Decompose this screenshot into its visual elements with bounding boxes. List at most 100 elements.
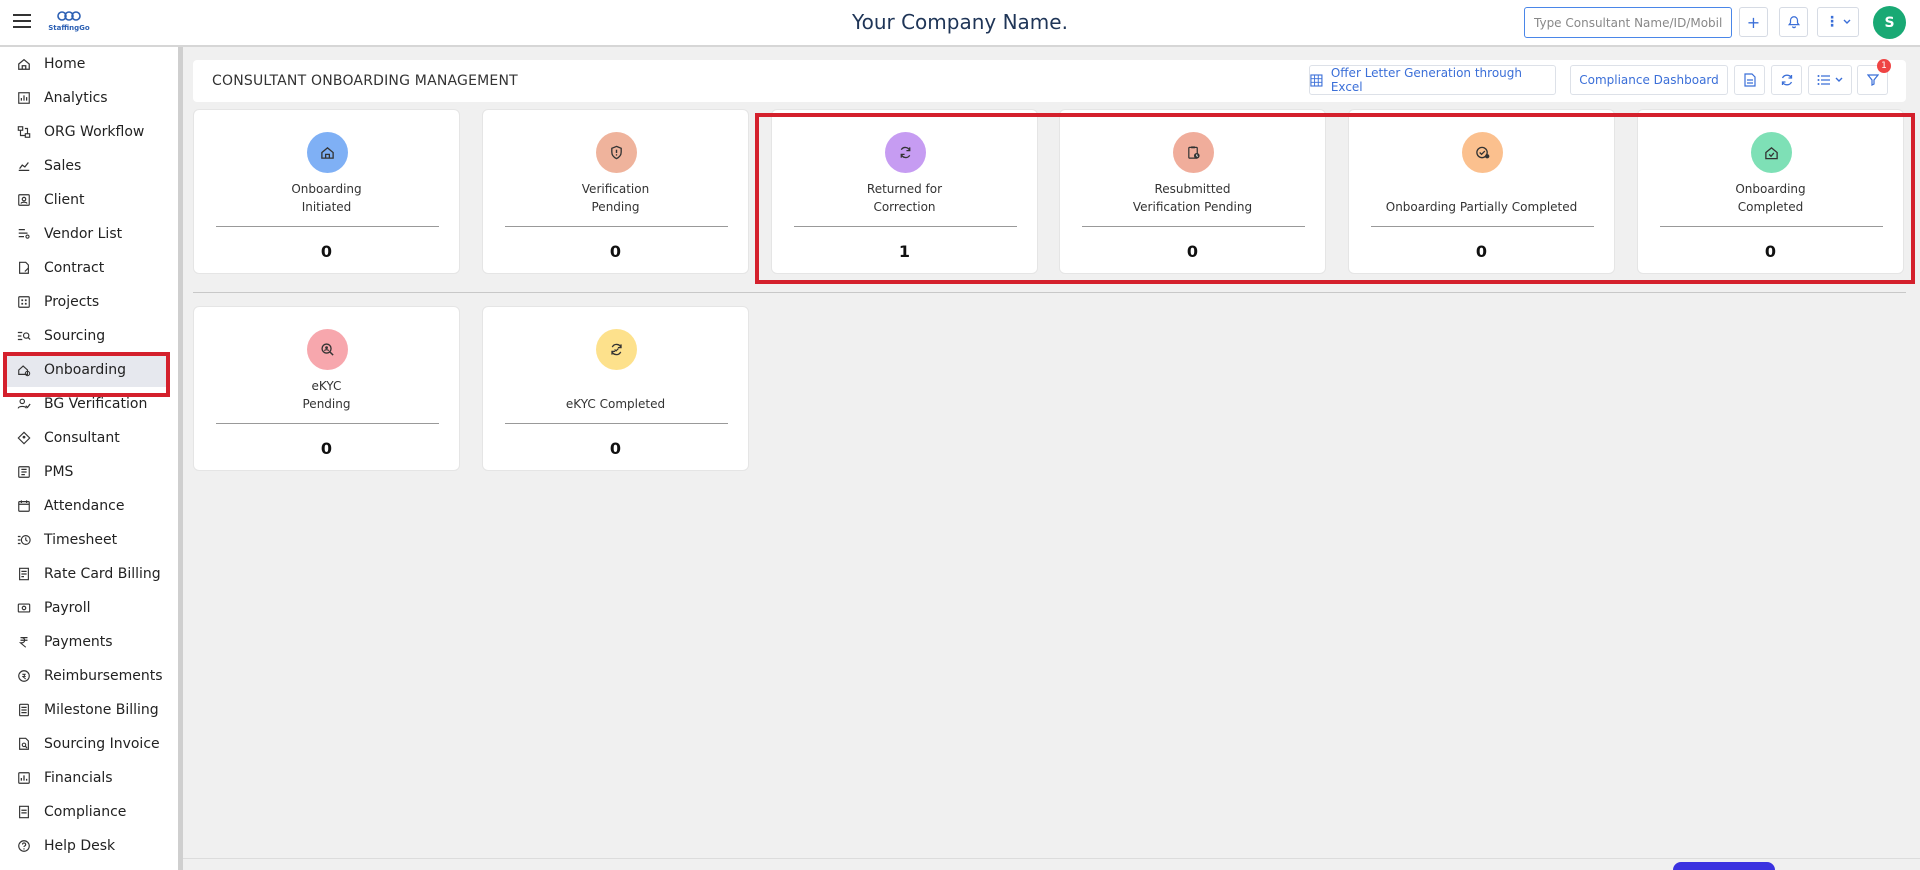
card-label-line2: Initiated: [301, 200, 352, 214]
sidebar-item-org-workflow[interactable]: ORG Workflow: [6, 115, 170, 149]
help-icon: [16, 838, 32, 854]
refresh-button[interactable]: [1771, 65, 1802, 95]
sidebar-item-label: Contract: [44, 260, 105, 276]
document-button[interactable]: [1734, 65, 1765, 95]
sourcing-icon: [16, 328, 32, 344]
notifications-button[interactable]: [1779, 7, 1808, 37]
sidebar: Home Analytics ORG Workflow Sales Client Vend…: [0, 47, 178, 870]
status-card-returned-for-correction[interactable]: Returned for Correction 1: [771, 109, 1038, 274]
sidebar-item-milestone-billing[interactable]: Milestone Billing: [6, 693, 170, 727]
card-separator: [794, 226, 1017, 227]
sidebar-item-onboarding[interactable]: Onboarding: [6, 353, 170, 387]
invoice-icon: [16, 736, 32, 752]
sidebar-item-label: Analytics: [44, 90, 108, 106]
refresh-icon: [1781, 74, 1792, 86]
sidebar-item-compliance[interactable]: Compliance: [6, 795, 170, 829]
home-icon: [16, 56, 32, 72]
avatar[interactable]: S: [1873, 6, 1906, 39]
card-separator: [1082, 226, 1305, 227]
menu-icon[interactable]: [13, 14, 31, 30]
clipboard-clock-icon: [1173, 132, 1214, 173]
contract-icon: [16, 260, 32, 276]
sidebar-item-payroll[interactable]: Payroll: [6, 591, 170, 625]
section-divider: [193, 292, 1906, 293]
offer-letter-button[interactable]: Offer Letter Generation through Excel: [1309, 65, 1556, 95]
sidebar-item-home[interactable]: Home: [6, 47, 170, 81]
chevron-down-icon: [1843, 19, 1851, 24]
card-label: eKYC Completed: [483, 395, 748, 413]
status-card-onboarding-partially-completed[interactable]: Onboarding Partially Completed 0: [1348, 109, 1615, 274]
home-check-icon: [1751, 132, 1792, 173]
sidebar-item-label: Rate Card Billing: [44, 566, 161, 582]
pms-icon: [16, 464, 32, 480]
kebab-icon: ⋮: [1825, 14, 1839, 30]
card-separator: [1371, 226, 1594, 227]
card-label-line2: Correction: [873, 200, 936, 214]
card-count: 0: [320, 439, 333, 458]
compliance-dashboard-button[interactable]: Compliance Dashboard: [1570, 65, 1728, 95]
sidebar-item-sourcing[interactable]: Sourcing: [6, 319, 170, 353]
status-card-resubmitted-verification-pending[interactable]: Resubmitted Verification Pending 0: [1059, 109, 1326, 274]
card-label-line1: Onboarding: [1735, 182, 1806, 196]
sidebar-item-rate-card-billing[interactable]: Rate Card Billing: [6, 557, 170, 591]
payroll-icon: [16, 600, 32, 616]
shield-icon: [596, 132, 637, 173]
add-button[interactable]: +: [1739, 7, 1768, 37]
sidebar-item-help-desk[interactable]: Help Desk: [6, 829, 170, 863]
page-title: CONSULTANT ONBOARDING MANAGEMENT: [212, 73, 518, 89]
sidebar-item-label: Payments: [44, 634, 113, 650]
status-card-onboarding-completed[interactable]: Onboarding Completed 0: [1637, 109, 1904, 274]
status-card-onboarding-initiated[interactable]: Onboarding Initiated 0: [193, 109, 460, 274]
status-card-verification-pending[interactable]: Verification Pending 0: [482, 109, 749, 274]
offer-letter-label: Offer Letter Generation through Excel: [1330, 66, 1522, 94]
sidebar-item-label: Home: [44, 56, 86, 72]
document-icon: [1743, 73, 1756, 87]
compliance-icon: [16, 804, 32, 820]
card-count: 1: [898, 242, 911, 261]
logo[interactable]: StaffingGo: [47, 9, 91, 35]
filter-button[interactable]: 1: [1857, 59, 1891, 95]
vendor-icon: [16, 226, 32, 242]
sidebar-item-timesheet[interactable]: Timesheet: [6, 523, 170, 557]
card-label-line2: Verification Pending: [1132, 200, 1253, 214]
sidebar-item-contract[interactable]: Contract: [6, 251, 170, 285]
consultant-search-input[interactable]: [1524, 7, 1732, 38]
sidebar-item-bg-verification[interactable]: BG Verification: [6, 387, 170, 421]
projects-icon: [16, 294, 32, 310]
financials-icon: [16, 770, 32, 786]
sidebar-item-client[interactable]: Client: [6, 183, 170, 217]
list-icon: [1817, 75, 1830, 85]
sidebar-item-consultant[interactable]: Consultant: [6, 421, 170, 455]
card-separator: [1660, 226, 1883, 227]
sidebar-item-payments[interactable]: Payments: [6, 625, 170, 659]
card-label: Onboarding Completed: [1638, 180, 1903, 216]
chat-widget-button[interactable]: [1673, 862, 1775, 870]
sidebar-item-analytics[interactable]: Analytics: [6, 81, 170, 115]
sidebar-item-financials[interactable]: Financials: [6, 761, 170, 795]
status-card-ekyc-pending[interactable]: eKYC Pending 0: [193, 306, 460, 471]
client-icon: [16, 192, 32, 208]
list-view-button[interactable]: [1808, 65, 1852, 95]
sidebar-scrollbar[interactable]: [178, 47, 183, 870]
sidebar-item-label: Vendor List: [44, 226, 123, 242]
sidebar-item-attendance[interactable]: Attendance: [6, 489, 170, 523]
sidebar-item-vendor-list[interactable]: Vendor List: [6, 217, 170, 251]
more-options-button[interactable]: ⋮: [1817, 7, 1859, 37]
sidebar-item-reimbursements[interactable]: Reimbursements: [6, 659, 170, 693]
plus-icon: +: [1746, 12, 1761, 32]
card-count: 0: [1186, 242, 1199, 261]
sidebar-item-sourcing-invoice[interactable]: Sourcing Invoice: [6, 727, 170, 761]
footer-border: [183, 858, 1920, 859]
sidebar-item-pms[interactable]: PMS: [6, 455, 170, 489]
logo-text: StaffingGo: [48, 24, 90, 32]
card-count: 0: [320, 242, 333, 261]
sidebar-item-label: Sourcing: [44, 328, 106, 344]
sidebar-item-projects[interactable]: Projects: [6, 285, 170, 319]
card-label-line2: Pending: [302, 397, 351, 411]
card-separator: [216, 226, 439, 227]
status-card-ekyc-completed[interactable]: eKYC Completed 0: [482, 306, 749, 471]
sidebar-item-label: Client: [44, 192, 85, 208]
sidebar-item-sales[interactable]: Sales: [6, 149, 170, 183]
filter-badge: 1: [1877, 59, 1891, 73]
card-label: Onboarding Partially Completed: [1349, 198, 1614, 216]
